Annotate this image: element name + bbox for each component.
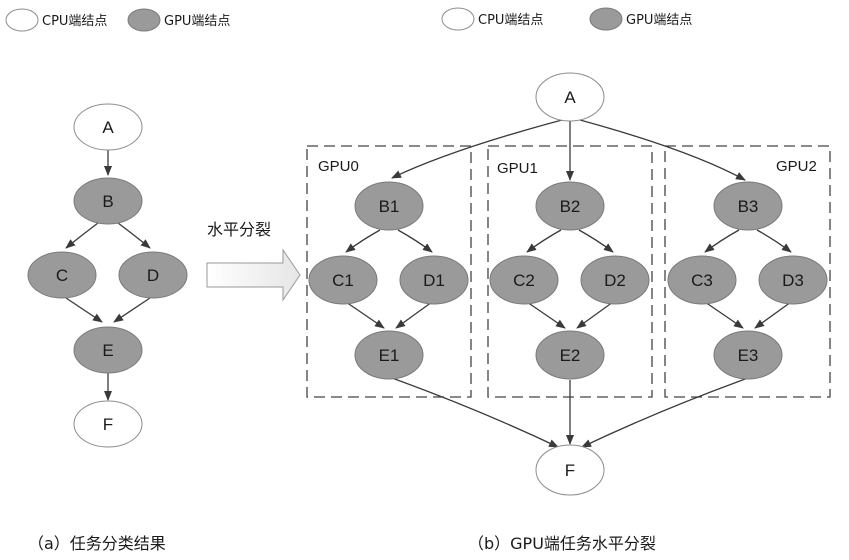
edge-d3-e3 <box>754 301 792 329</box>
node-c3: C3 <box>667 255 737 305</box>
node-f: F <box>535 444 605 496</box>
legend-right: CPU端结点 GPU端结点 <box>441 7 692 31</box>
legend-gpu-label: GPU端结点 <box>164 14 230 29</box>
edge-b3-d3 <box>756 229 792 253</box>
node-d2: D2 <box>580 255 650 305</box>
legend-gpu-swatch <box>127 8 161 32</box>
legend-cpu-swatch <box>5 8 39 32</box>
node-label: D1 <box>423 271 445 290</box>
node-label: E3 <box>738 346 759 365</box>
node-b: B <box>73 177 143 225</box>
split-arrow-shape <box>206 248 301 302</box>
legend-cpu-label: CPU端结点 <box>42 14 107 29</box>
node-label: B3 <box>738 197 759 216</box>
split-label: 水平分裂 <box>207 220 271 239</box>
legend-cpu-label: CPU端结点 <box>478 13 543 28</box>
node-label: E2 <box>560 346 581 365</box>
gpu-box-1-label: GPU1 <box>497 160 538 177</box>
node-f: F <box>73 400 143 448</box>
edge-c-e <box>65 297 103 323</box>
edge-e3-f <box>581 377 749 448</box>
node-label: E1 <box>379 346 400 365</box>
node-label: B <box>102 192 113 211</box>
node-e1: E1 <box>354 330 424 380</box>
edge-d-e <box>113 297 151 323</box>
node-label: B2 <box>560 197 581 216</box>
node-label: C <box>56 266 68 285</box>
gpu-box-0-label: GPU0 <box>318 158 359 175</box>
split-arrow: 水平分裂 <box>206 220 301 302</box>
node-label: C1 <box>332 271 354 290</box>
edge-b-c <box>65 222 99 249</box>
node-b3: B3 <box>713 181 783 231</box>
node-d: D <box>118 251 188 299</box>
node-a: A <box>73 103 143 151</box>
edge-c2-e2 <box>526 301 566 329</box>
edge-c3-e3 <box>704 301 744 329</box>
node-label: D2 <box>604 271 626 290</box>
legend-gpu-label: GPU端结点 <box>626 13 692 28</box>
node-label: E <box>102 341 113 360</box>
edge-d1-e1 <box>395 301 433 329</box>
edge-d2-e2 <box>576 301 614 329</box>
legend-cpu-swatch <box>441 7 475 31</box>
node-label: A <box>564 88 576 107</box>
node-e3: E3 <box>713 330 783 380</box>
node-d3: D3 <box>758 255 828 305</box>
node-b1: B1 <box>354 181 424 231</box>
node-e: E <box>73 326 143 374</box>
caption-left: （a）任务分类结果 <box>28 534 166 553</box>
edge-b2-c2 <box>526 229 562 253</box>
node-label: F <box>103 415 113 434</box>
node-label: B1 <box>379 197 400 216</box>
node-d1: D1 <box>399 255 469 305</box>
node-label: A <box>102 118 114 137</box>
gpu-box-2-label: GPU2 <box>776 158 817 175</box>
right-graph-nodes: A B1 C1 D1 E1 B2 C2 D2 E2 B3 C3 D3 E3 F <box>308 72 828 496</box>
node-e2: E2 <box>535 330 605 380</box>
legend-gpu-swatch <box>589 7 623 31</box>
edge-e1-f <box>391 377 559 448</box>
edge-a-b3 <box>579 119 746 181</box>
node-b2: B2 <box>535 181 605 231</box>
caption-right: （b）GPU端任务水平分裂 <box>468 534 656 553</box>
edge-c1-e1 <box>345 301 385 329</box>
node-label: C2 <box>513 271 535 290</box>
edge-b1-d1 <box>397 229 433 253</box>
node-label: D <box>147 266 159 285</box>
node-c2: C2 <box>489 255 559 305</box>
edge-b2-d2 <box>578 229 614 253</box>
node-label: D3 <box>782 271 804 290</box>
node-label: C3 <box>691 271 713 290</box>
node-a: A <box>535 72 605 122</box>
edge-b-d <box>117 222 151 249</box>
legend-left: CPU端结点 GPU端结点 <box>5 8 230 32</box>
gpu-box-labels: GPU0 GPU1 GPU2 <box>318 158 817 177</box>
edge-b1-c1 <box>345 229 381 253</box>
node-label: F <box>565 461 575 480</box>
node-c1: C1 <box>308 255 378 305</box>
task-split-diagram: CPU端结点 GPU端结点 CPU端结点 GPU端结点 A B C D E F … <box>5 7 831 553</box>
node-c: C <box>27 251 97 299</box>
edge-b3-c3 <box>704 229 740 253</box>
